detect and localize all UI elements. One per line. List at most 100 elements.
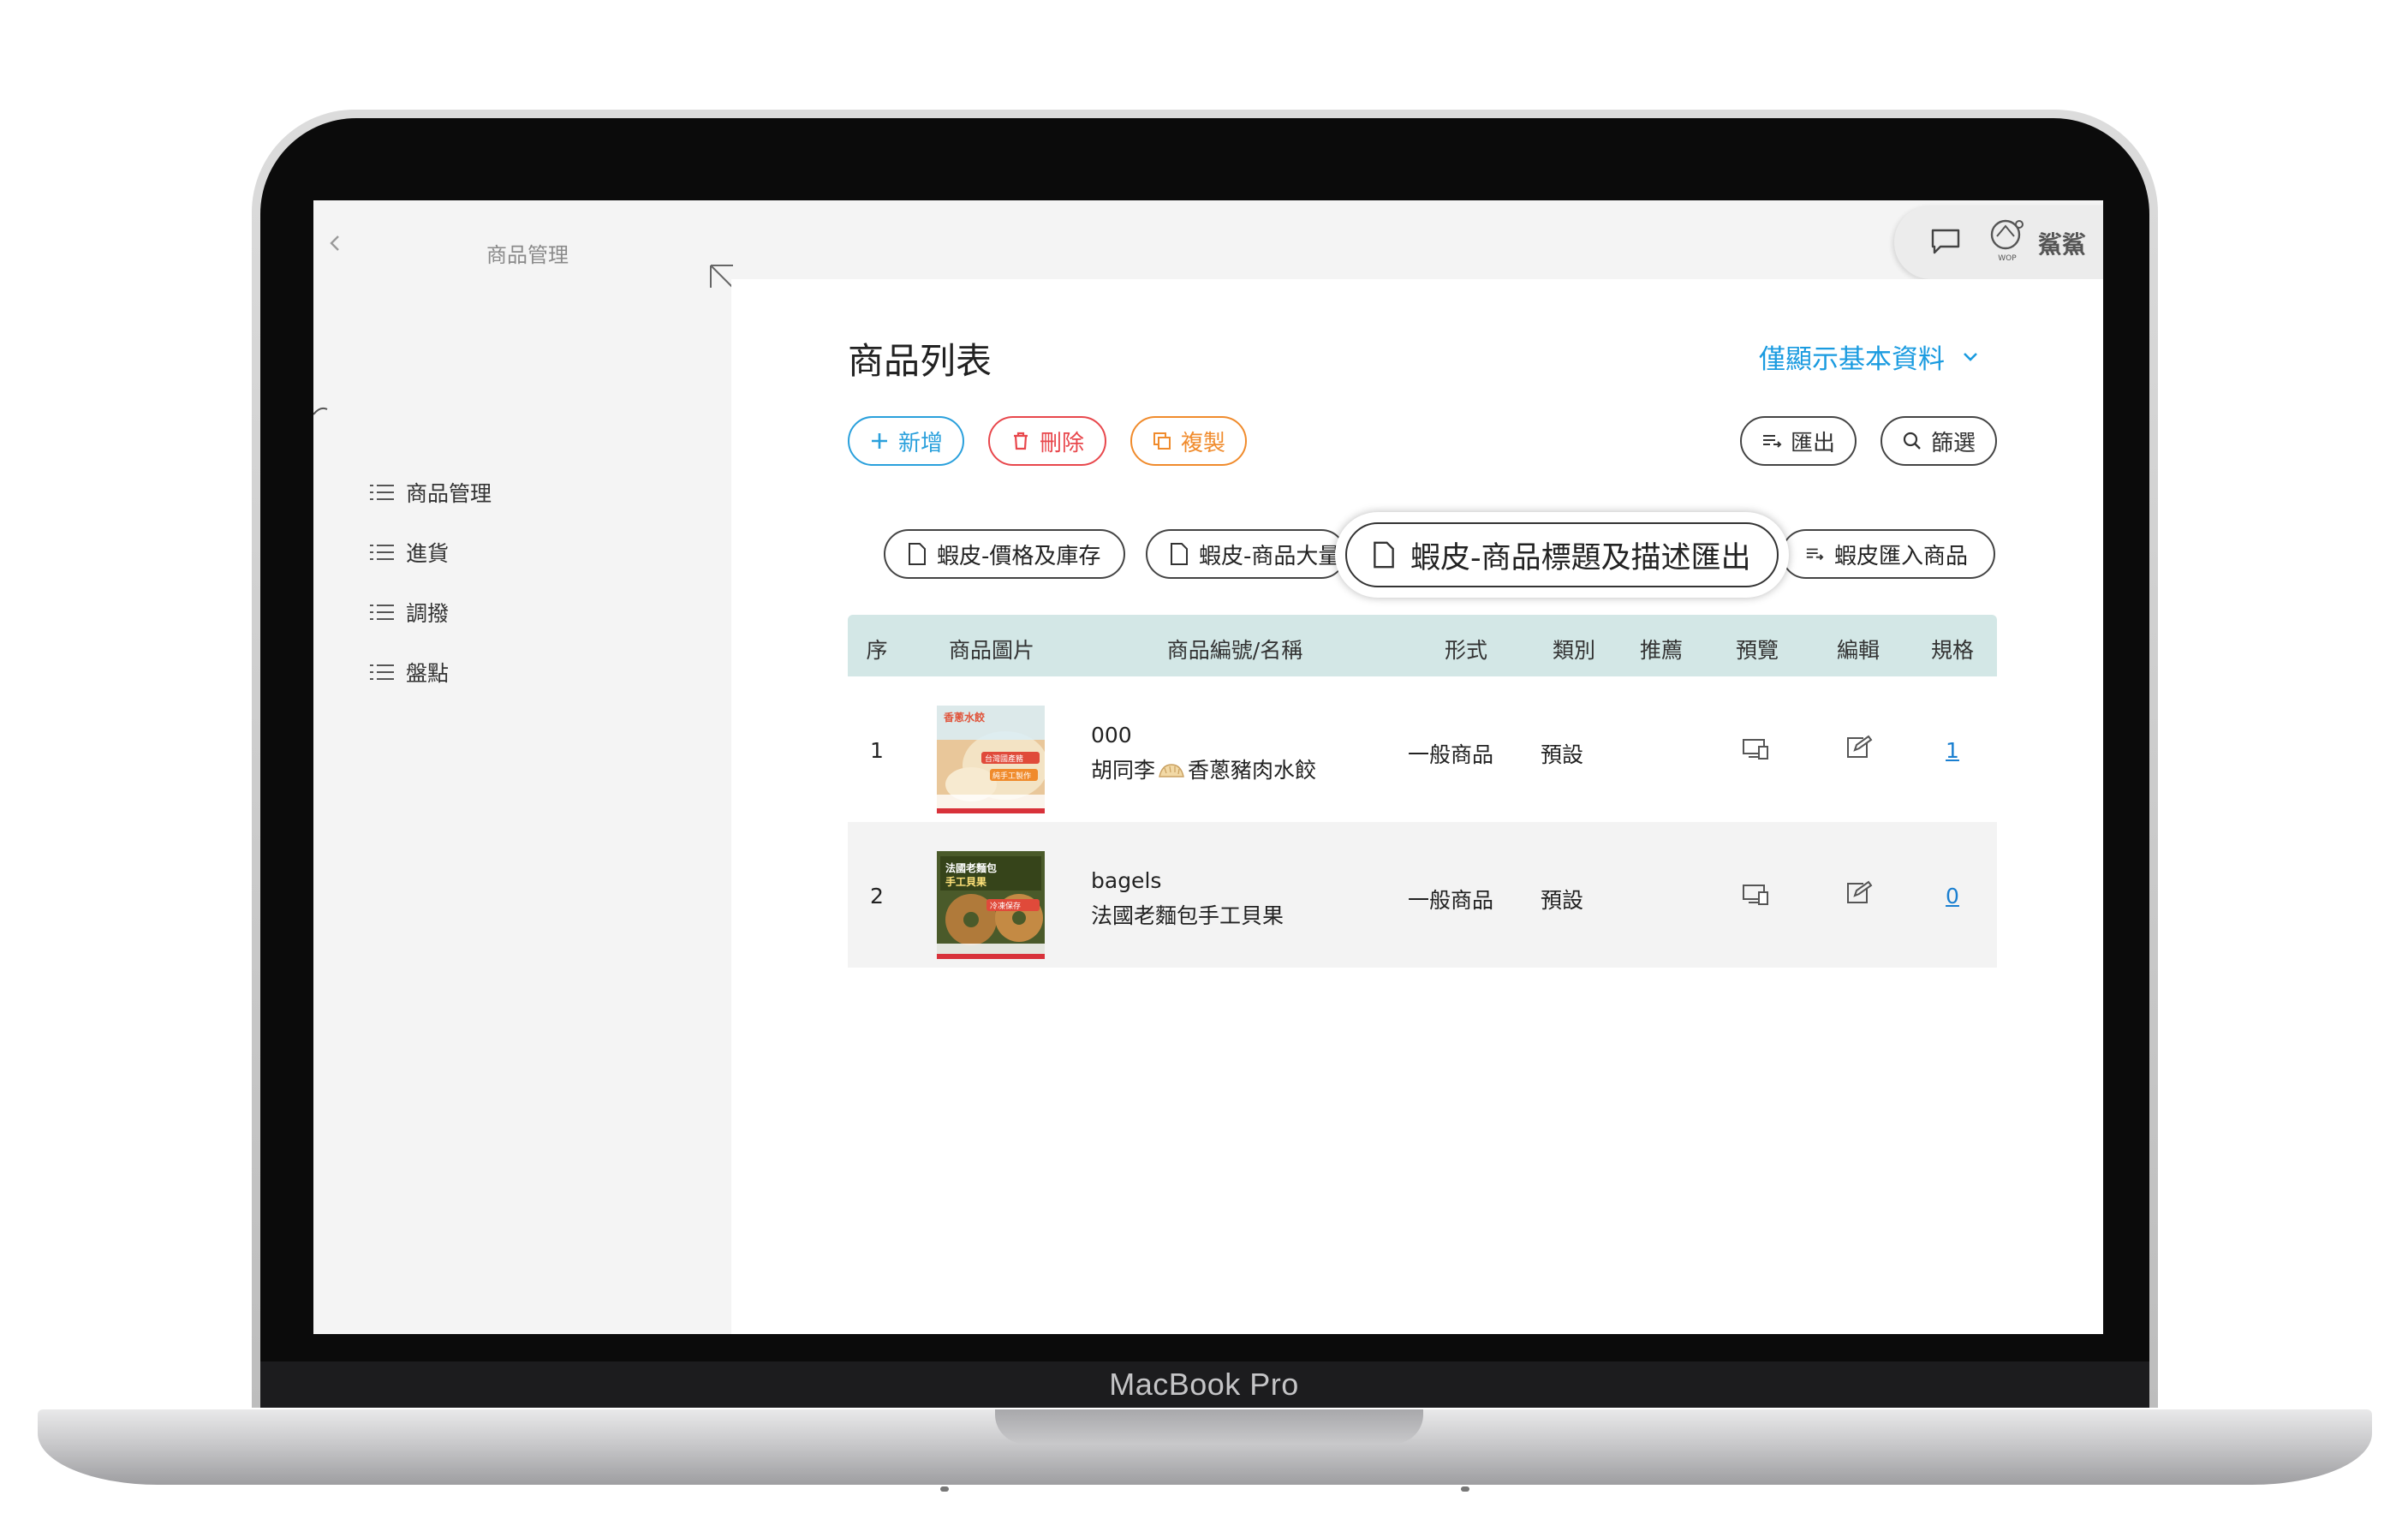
device-brand-label: MacBook Pro <box>1109 1367 1299 1402</box>
search-icon <box>1903 432 1921 450</box>
edit-icon[interactable] <box>1845 735 1874 760</box>
shopee-price-stock-button[interactable]: 蝦皮-價格及庫存 <box>884 529 1125 579</box>
product-thumbnail[interactable]: 法國老麵包 手工貝果 冷凍保存 <box>937 851 1045 959</box>
chip-label: 蝦皮匯入商品 <box>1834 543 1969 569</box>
export-list-icon <box>1762 435 1782 448</box>
thumb-sub: 手工貝果 <box>945 875 986 888</box>
trash-icon <box>1013 432 1028 450</box>
main-panel: 商品列表 僅顯示基本資料 新增 刪除 複製 匯出 篩選 蝦皮-價格及庫存 蝦皮-… <box>731 279 2103 1334</box>
column-header[interactable]: 預覽 <box>1736 634 1779 664</box>
export-button-label: 匯出 <box>1790 430 1835 456</box>
sidebar-item-product-management[interactable]: 商品管理 <box>370 462 492 522</box>
product-type: 一般商品 <box>1407 888 1494 913</box>
column-header[interactable]: 類別 <box>1553 634 1595 664</box>
product-image-dumplings: 香蔥水餃 台灣國產豬 純手工製作 <box>937 706 1045 813</box>
export-button[interactable]: 匯出 <box>1740 416 1857 466</box>
product-table: 序 商品圖片 商品編號/名稱 形式 類別 推薦 預覽 編輯 規格 1 香蔥水餃 … <box>848 615 1997 968</box>
preview-device-icon[interactable] <box>1742 882 1771 908</box>
chip-label: 蝦皮-商品標題及描述匯出 <box>1410 540 1751 575</box>
filter-button-label: 篩選 <box>1930 430 1976 456</box>
product-code: bagels <box>1091 868 1162 893</box>
preview-device-icon[interactable] <box>1742 736 1771 762</box>
wop-logo-text: WOP <box>1998 254 2017 263</box>
thumb-sub: 台灣國產豬 <box>985 754 1023 764</box>
document-icon <box>1171 543 1188 565</box>
add-button[interactable]: 新增 <box>848 416 964 466</box>
sidebar: 商品管理 商品管理 進貨 調撥 盤點 <box>313 200 731 1334</box>
filter-button[interactable]: 篩選 <box>1881 416 1997 466</box>
thumb-tag: 冷凍保存 <box>990 901 1021 911</box>
back-chevron-icon[interactable] <box>325 233 346 253</box>
product-name: 法國老麵包手工貝果 <box>1091 903 1284 928</box>
column-header[interactable]: 規格 <box>1931 634 1974 664</box>
chip-label: 蝦皮-價格及庫存 <box>937 543 1101 569</box>
sidebar-item-transfer[interactable]: 調撥 <box>370 582 492 642</box>
dumpling-emoji-icon <box>1159 764 1184 777</box>
product-code: 000 <box>1091 723 1132 748</box>
thumb-tag: 純手工製作 <box>992 771 1031 781</box>
list-icon <box>370 664 394 680</box>
row-index: 2 <box>870 884 884 908</box>
table-row[interactable]: 1 香蔥水餃 台灣國產豬 純手工製作 000 胡同李 香蔥豬肉水餃 一般商品 預… <box>848 676 1997 822</box>
plus-icon <box>871 433 887 449</box>
copy-button-label: 複製 <box>1180 430 1225 456</box>
sidebar-nav: 商品管理 進貨 調撥 盤點 <box>370 462 492 702</box>
column-header[interactable]: 形式 <box>1445 634 1487 664</box>
chevron-down-icon <box>1964 352 1977 361</box>
product-image-bagels: 法國老麵包 手工貝果 冷凍保存 <box>937 851 1045 959</box>
wop-logo-icon[interactable]: WOP <box>1987 216 2028 264</box>
view-mode-label: 僅顯示基本資料 <box>1759 344 1945 375</box>
collapse-mark-icon <box>313 407 328 415</box>
product-name: 胡同李 香蔥豬肉水餃 <box>1091 754 1316 784</box>
document-icon <box>1374 541 1394 569</box>
table-header: 序 商品圖片 商品編號/名稱 形式 類別 推薦 預覽 編輯 規格 <box>848 615 1997 676</box>
product-name-part: 胡同李 <box>1091 758 1156 783</box>
delete-button-label: 刪除 <box>1039 430 1084 456</box>
column-header[interactable]: 序 <box>866 634 887 664</box>
document-icon <box>909 543 926 565</box>
column-header[interactable]: 商品編號/名稱 <box>1167 634 1302 664</box>
edit-icon[interactable] <box>1845 880 1874 906</box>
copy-button[interactable]: 複製 <box>1130 416 1247 466</box>
view-mode-dropdown[interactable]: 僅顯示基本資料 <box>1759 337 1979 376</box>
shopee-title-desc-export-button[interactable]: 蝦皮-商品標題及描述匯出 <box>1335 512 1789 598</box>
chat-icon[interactable] <box>1930 228 1961 255</box>
spec-count-link[interactable]: 1 <box>1946 738 1959 763</box>
product-name-part: 香蔥豬肉水餃 <box>1188 758 1317 783</box>
list-icon <box>370 605 394 620</box>
sidebar-item-label: 盤點 <box>406 661 450 686</box>
page-title: 商品列表 <box>848 340 992 382</box>
chip-label: 蝦皮-商品大量 <box>1199 543 1341 569</box>
highlight-chip-inner: 蝦皮-商品標題及描述匯出 <box>1345 522 1779 587</box>
add-button-label: 新增 <box>897 430 943 456</box>
product-category: 預設 <box>1540 742 1584 767</box>
sidebar-item-stocktake[interactable]: 盤點 <box>370 642 492 702</box>
row-index: 1 <box>870 738 884 763</box>
product-thumbnail[interactable]: 香蔥水餃 台灣國產豬 純手工製作 <box>937 706 1045 813</box>
table-row[interactable]: 2 法國老麵包 手工貝果 冷凍保存 bagels 法國老麵包手工貝果 一般商品 … <box>848 822 1997 968</box>
laptop-notch <box>995 1409 1423 1444</box>
copy-icon <box>1153 432 1171 450</box>
laptop-foot <box>940 1486 949 1492</box>
sidebar-item-label: 商品管理 <box>406 481 492 506</box>
thumb-headline: 香蔥水餃 <box>943 711 986 724</box>
spec-count-link[interactable]: 0 <box>1946 884 1959 908</box>
sidebar-title: 商品管理 <box>486 243 569 267</box>
sidebar-item-label: 進貨 <box>406 541 450 566</box>
laptop-foot <box>1461 1486 1469 1492</box>
app-screen: 商品管理 商品管理 進貨 調撥 盤點 WOP 鯊鯊 商品列表 僅顯示基本資料 新… <box>313 200 2103 1334</box>
column-header[interactable]: 推薦 <box>1640 634 1683 664</box>
list-icon <box>370 485 394 500</box>
product-type: 一般商品 <box>1407 742 1494 767</box>
thumb-headline: 法國老麵包 <box>945 861 997 874</box>
product-category: 預設 <box>1540 888 1584 913</box>
shopee-import-button[interactable]: 蝦皮匯入商品 <box>1781 529 1995 579</box>
delete-button[interactable]: 刪除 <box>988 416 1106 466</box>
import-list-icon <box>1806 548 1824 561</box>
user-name[interactable]: 鯊鯊 <box>2038 226 2086 260</box>
sidebar-item-label: 調撥 <box>406 601 450 626</box>
column-header[interactable]: 編輯 <box>1837 634 1880 664</box>
shopee-bulk-button[interactable]: 蝦皮-商品大量 <box>1146 529 1346 579</box>
sidebar-item-purchase[interactable]: 進貨 <box>370 522 492 582</box>
column-header[interactable]: 商品圖片 <box>949 634 1034 664</box>
